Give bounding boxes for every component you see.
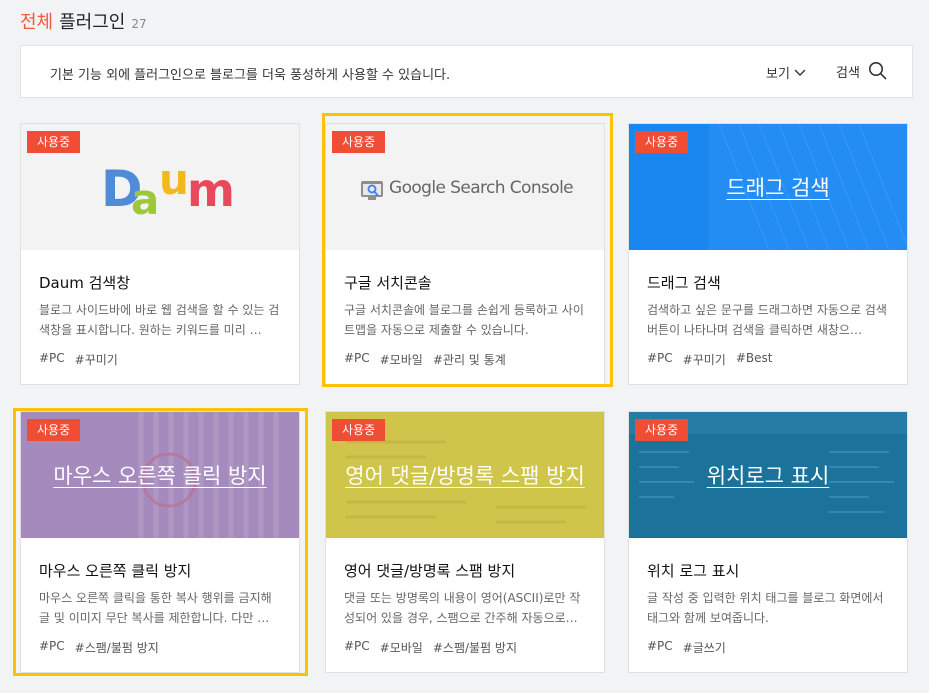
plugin-card-english-spam-block[interactable]: 사용중 영어 댓글/방명록 스팸 방지 영어 댓글/방명록 스팸 방지 댓글 또… bbox=[325, 411, 605, 673]
card-description: 글 작성 중 입력한 위치 태그를 블로그 화면에서 태그와 함께 보여줍니다. bbox=[647, 591, 884, 625]
card-thumbnail: 사용중 마우스 오른쪽 클릭 방지 bbox=[21, 412, 299, 538]
page-title-category: 전체 bbox=[20, 12, 54, 33]
thumbnail-title: 영어 댓글/방명록 스팸 방지 bbox=[345, 464, 585, 488]
chevron-down-icon bbox=[794, 69, 806, 76]
card-tags: #PC #꾸미기 bbox=[39, 351, 118, 368]
tag[interactable]: #PC bbox=[647, 351, 673, 368]
daum-logo-letter-m: m bbox=[187, 163, 235, 217]
description-bar: 기본 기능 외에 플러그인으로 블로그를 더욱 풍성하게 사용할 수 있습니다.… bbox=[20, 45, 913, 98]
card-tags: #PC #꾸미기 #Best bbox=[647, 351, 773, 368]
card-description: 댓글 또는 방명록의 내용이 영어(ASCII)로만 작성되어 있을 경우, 스… bbox=[344, 591, 581, 625]
card-name: 마우스 오른쪽 클릭 방지 bbox=[39, 562, 192, 580]
tag[interactable]: #Best bbox=[736, 351, 773, 368]
card-thumbnail: 사용중 영어 댓글/방명록 스팸 방지 bbox=[326, 412, 604, 538]
card-thumbnail: 사용중 D a u m bbox=[21, 124, 299, 250]
plugin-count: 27 bbox=[131, 17, 147, 31]
card-description: 블로그 사이드바에 바로 웹 검색을 할 수 있는 검색창을 표시합니다. 원하… bbox=[39, 303, 280, 337]
plugin-card-google-search-console[interactable]: 사용중 Google Search Console 구글 서치콘솔 구글 서치콘… bbox=[325, 123, 605, 385]
tag[interactable]: #모바일 bbox=[380, 351, 423, 368]
status-badge: 사용중 bbox=[332, 131, 386, 153]
google-search-console-icon bbox=[361, 181, 383, 200]
status-badge: 사용중 bbox=[635, 131, 689, 153]
thumbnail-title: 드래그 검색 bbox=[726, 176, 830, 200]
card-description: 검색하고 싶은 문구를 드래그하면 자동으로 검색 버튼이 나타나며 검색을 클… bbox=[647, 303, 887, 337]
plugin-card-daum-search[interactable]: 사용중 D a u m Daum 검색창 블로그 사이드바에 바로 웹 검색을 … bbox=[20, 123, 300, 385]
card-description: 마우스 오른쪽 클릭을 통한 복사 행위를 금지해 글 및 이미지 무단 복사를… bbox=[39, 591, 272, 625]
card-name: Daum 검색창 bbox=[39, 274, 131, 292]
tag[interactable]: #관리 및 통계 bbox=[433, 351, 506, 368]
search-icon bbox=[868, 62, 887, 80]
tag[interactable]: #PC bbox=[344, 351, 370, 368]
thumbnail-title: 마우스 오른쪽 클릭 방지 bbox=[53, 464, 267, 488]
status-badge: 사용중 bbox=[635, 419, 689, 441]
card-tags: #PC #모바일 #스팸/불펌 방지 bbox=[344, 639, 517, 656]
page-title: 전체 플러그인 27 bbox=[20, 8, 147, 36]
search-button[interactable]: 검색 bbox=[836, 61, 888, 81]
tag[interactable]: #PC bbox=[647, 639, 673, 656]
tag[interactable]: #스팸/불펌 방지 bbox=[433, 639, 517, 656]
card-tags: #PC #모바일 #관리 및 통계 bbox=[344, 351, 506, 368]
page-title-label: 플러그인 bbox=[59, 12, 126, 33]
card-description: 구글 서치콘솔에 블로그를 손쉽게 등록하고 사이트맵을 자동으로 제출할 수 … bbox=[344, 303, 584, 337]
card-tags: #PC #스팸/불펌 방지 bbox=[39, 639, 159, 656]
view-label: 보기 bbox=[766, 67, 790, 82]
card-name: 구글 서치콘솔 bbox=[344, 274, 432, 292]
tag[interactable]: #PC bbox=[344, 639, 370, 656]
plugin-card-drag-search[interactable]: 사용중 드래그 검색 드래그 검색 검색하고 싶은 문구를 드래그하면 자동으로… bbox=[628, 123, 908, 385]
daum-logo-letter-a: a bbox=[131, 175, 159, 224]
tag[interactable]: #모바일 bbox=[380, 639, 423, 656]
card-thumbnail: 사용중 드래그 검색 bbox=[629, 124, 907, 250]
google-search-console-logo-text: Google Search Console bbox=[389, 178, 574, 198]
view-dropdown-button[interactable]: 보기 bbox=[766, 63, 806, 82]
tag[interactable]: #PC bbox=[39, 639, 65, 656]
card-thumbnail: 사용중 위치로그 표시 bbox=[629, 412, 907, 538]
plugin-card-right-click-block[interactable]: 사용중 마우스 오른쪽 클릭 방지 마우스 오른쪽 클릭 방지 마우스 오른쪽 … bbox=[20, 411, 300, 673]
card-name: 위치 로그 표시 bbox=[647, 562, 740, 580]
daum-logo-letter-u: u bbox=[159, 155, 189, 204]
card-thumbnail: 사용중 Google Search Console bbox=[326, 124, 604, 250]
search-label: 검색 bbox=[836, 65, 860, 81]
card-name: 드래그 검색 bbox=[647, 274, 721, 292]
tag[interactable]: #글쓰기 bbox=[683, 639, 726, 656]
description-text: 기본 기능 외에 플러그인으로 블로그를 더욱 풍성하게 사용할 수 있습니다. bbox=[50, 68, 451, 83]
status-badge: 사용중 bbox=[332, 419, 386, 441]
tag[interactable]: #PC bbox=[39, 351, 65, 368]
tag[interactable]: #꾸미기 bbox=[75, 351, 118, 368]
plugin-card-location-log[interactable]: 사용중 위치로그 표시 위치 로그 표시 글 작성 중 입력한 위치 태그를 블… bbox=[628, 411, 908, 673]
status-badge: 사용중 bbox=[27, 419, 81, 441]
tag[interactable]: #꾸미기 bbox=[683, 351, 726, 368]
thumbnail-title: 위치로그 표시 bbox=[706, 464, 830, 488]
status-badge: 사용중 bbox=[27, 131, 81, 153]
tag[interactable]: #스팸/불펌 방지 bbox=[75, 639, 159, 656]
card-name: 영어 댓글/방명록 스팸 방지 bbox=[344, 562, 516, 580]
card-tags: #PC #글쓰기 bbox=[647, 639, 726, 656]
